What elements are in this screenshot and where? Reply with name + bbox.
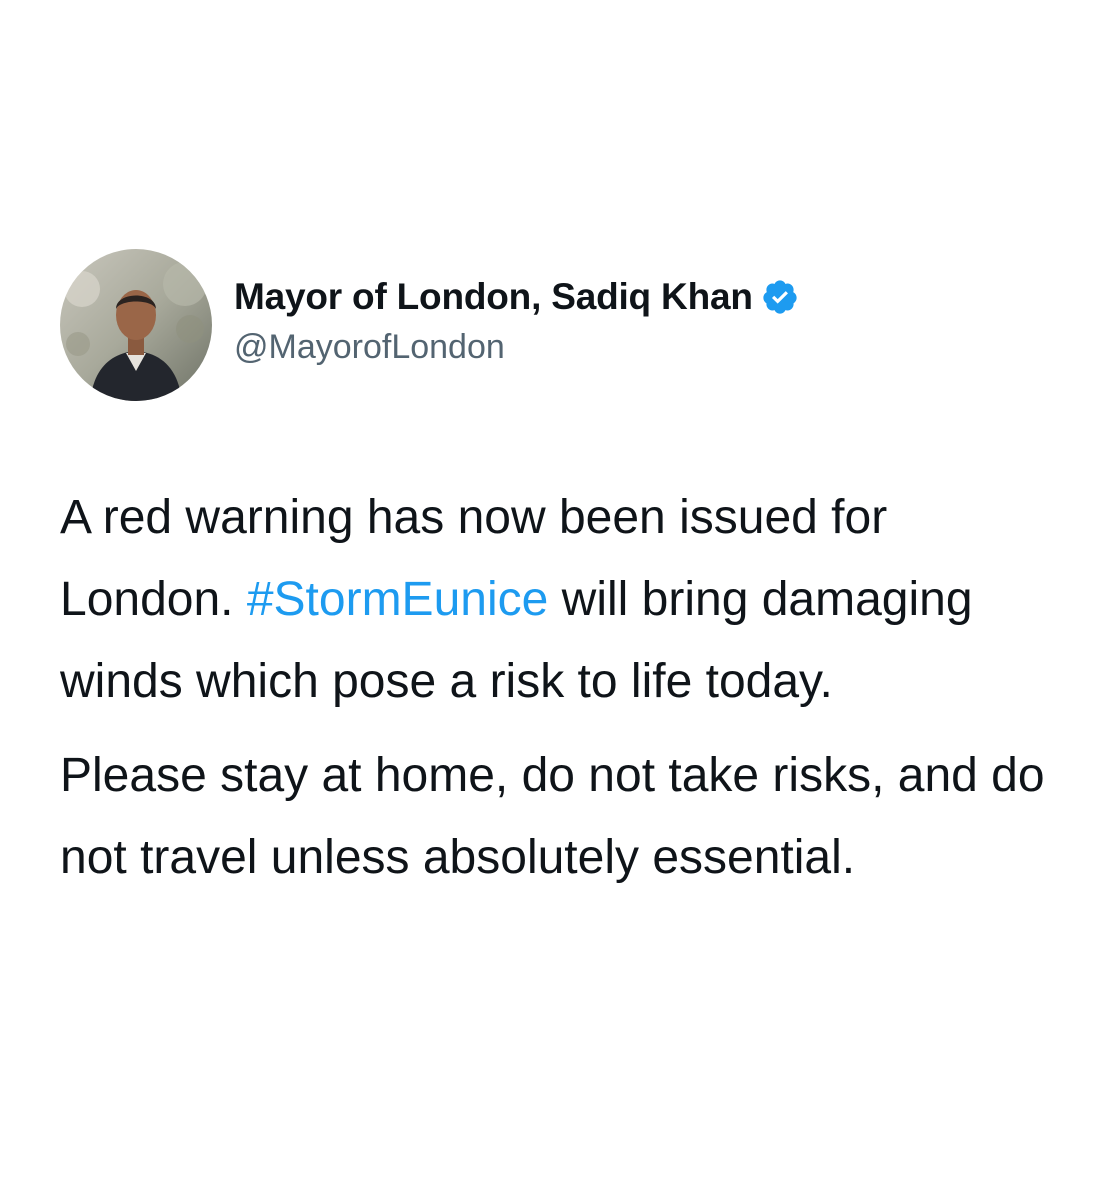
author-identity: Mayor of London, Sadiq Khan @MayorofLond… (234, 275, 799, 369)
avatar-photo-icon (60, 249, 212, 401)
tweet-header: Mayor of London, Sadiq Khan @MayorofLond… (60, 245, 1070, 405)
avatar[interactable] (60, 249, 212, 401)
tweet-paragraph-1: A red warning has now been issued for Lo… (60, 477, 1070, 723)
name-row: Mayor of London, Sadiq Khan (234, 275, 799, 319)
tweet-text: A red warning has now been issued for Lo… (60, 477, 1070, 899)
display-name[interactable]: Mayor of London, Sadiq Khan (234, 275, 753, 319)
user-handle[interactable]: @MayorofLondon (234, 325, 799, 369)
tweet-card: Mayor of London, Sadiq Khan @MayorofLond… (60, 245, 1070, 899)
tweet-paragraph-2: Please stay at home, do not take risks, … (60, 749, 1045, 884)
hashtag-link[interactable]: #StormEunice (247, 573, 548, 626)
verified-badge-icon (761, 278, 799, 316)
